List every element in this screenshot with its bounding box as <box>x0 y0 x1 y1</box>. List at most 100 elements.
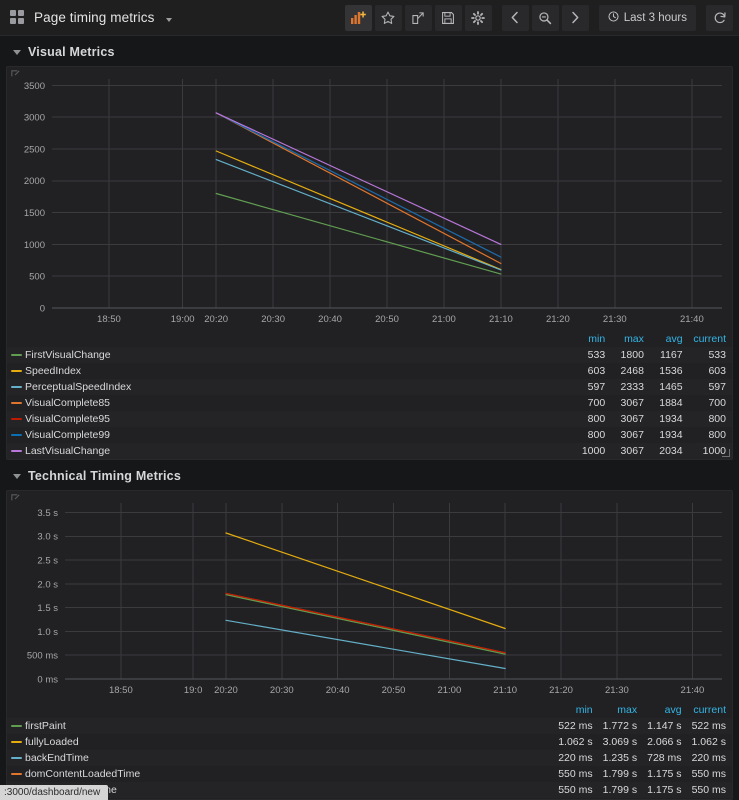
legend-color-swatch[interactable] <box>11 402 22 404</box>
legend-color-swatch[interactable] <box>11 741 22 743</box>
svg-text:3500: 3500 <box>24 81 45 92</box>
legend-visual-metrics: min max avg current FirstVisualChange 533… <box>7 332 732 464</box>
svg-text:21:00: 21:00 <box>432 314 456 325</box>
legend-row[interactable]: firstPaint 522 ms 1.772 s 1.147 s 522 ms <box>7 718 732 734</box>
legend-row[interactable]: SpeedIndex 603 2468 1536 603 <box>7 363 732 379</box>
dashboard-menu-icon[interactable] <box>10 10 25 25</box>
legend-series-name[interactable]: VisualComplete85 <box>7 395 573 411</box>
legend-row[interactable]: FirstVisualChange 533 1800 1167 533 <box>7 347 732 363</box>
legend-series-name[interactable]: domContentLoadedTime <box>7 766 554 782</box>
legend-row[interactable]: domInteractiveTime550 ms1.799 s1.175 s55… <box>7 782 732 798</box>
legend-value-max: 3067 <box>620 413 644 425</box>
legend-color-swatch[interactable] <box>11 386 22 388</box>
svg-text:3000: 3000 <box>24 113 45 124</box>
legend-series-name[interactable]: VisualComplete99 <box>7 427 573 443</box>
legend-table: min max avg current FirstVisualChange 533… <box>7 332 732 459</box>
navbar-actions: Last 3 hours <box>342 4 733 31</box>
legend-series-name[interactable]: LastVisualChange <box>7 443 573 459</box>
legend-series-name[interactable]: PerceptualSpeedIndex <box>7 379 573 395</box>
legend-value-max: 3067 <box>620 445 644 457</box>
star-dashboard-button[interactable] <box>374 4 402 31</box>
clock-icon <box>608 10 619 25</box>
time-range-forward-button[interactable] <box>561 4 589 31</box>
legend-header-row: min max avg current <box>7 703 732 718</box>
zoom-out-button[interactable] <box>531 4 559 31</box>
legend-row[interactable]: VisualComplete85 700 3067 1884 700 <box>7 395 732 411</box>
legend-value-max: 3067 <box>620 397 644 409</box>
legend-header-current[interactable]: current <box>689 332 732 347</box>
svg-text:20:30: 20:30 <box>261 314 285 325</box>
refresh-button[interactable] <box>706 4 733 31</box>
dashboard-settings-button[interactable] <box>464 4 492 31</box>
browser-status-bar: :3000/dashboard/new <box>0 785 109 800</box>
legend-value-avg: 1536 <box>659 365 683 377</box>
graph-visual-metrics[interactable]: 0 500 1000 1500 2000 2500 3000 3500 18:50 19:00 20… <box>7 67 732 332</box>
legend-color-swatch[interactable] <box>11 757 22 759</box>
legend-value-min: 1.062 s <box>558 736 593 748</box>
legend-header-min[interactable]: min <box>573 332 612 347</box>
legend-value-max: 1.235 s <box>602 752 638 764</box>
legend-header-name <box>7 703 554 718</box>
legend-row[interactable]: VisualComplete95 800 3067 1934 800 <box>7 411 732 427</box>
legend-series-name[interactable]: firstPaint <box>7 718 554 734</box>
legend-body: FirstVisualChange 533 1800 1167 533 SpeedInde… <box>7 347 732 459</box>
row-header-technical-timing-metrics[interactable]: Technical Timing Metrics <box>0 460 739 490</box>
legend-color-swatch[interactable] <box>11 434 22 436</box>
legend-row[interactable]: fullyLoaded 1.062 s 3.069 s 2.066 s 1.062 s <box>7 734 732 750</box>
svg-text:21:40: 21:40 <box>680 314 704 325</box>
legend-series-name[interactable]: backEndTime <box>7 750 554 766</box>
graph-technical-timing-metrics[interactable]: 0 ms 500 ms 1.0 s 1.5 s 2.0 s 2.5 s 3.0 s 3.5 s… <box>7 491 732 703</box>
legend-value-avg: 1167 <box>660 349 683 361</box>
legend-table: min max avg current firstPaint 522 ms 1.77… <box>7 703 732 798</box>
time-range-back-button[interactable] <box>501 4 529 31</box>
panel-resize-handle[interactable] <box>722 449 730 457</box>
legend-header-avg[interactable]: avg <box>643 703 687 718</box>
legend-series-name[interactable]: VisualComplete95 <box>7 411 573 427</box>
svg-text:19:0: 19:0 <box>184 685 203 696</box>
legend-color-swatch[interactable] <box>11 450 22 452</box>
svg-text:0: 0 <box>40 303 45 314</box>
legend-header-max[interactable]: max <box>599 703 643 718</box>
time-range-picker[interactable]: Last 3 hours <box>598 4 696 31</box>
dashboard-title[interactable]: Page timing metrics <box>34 10 154 25</box>
svg-text:19:00: 19:00 <box>171 314 195 325</box>
legend-header-max[interactable]: max <box>611 332 650 347</box>
add-panel-button[interactable] <box>344 4 372 31</box>
legend-series-name[interactable]: SpeedIndex <box>7 363 573 379</box>
legend-color-swatch[interactable] <box>11 418 22 420</box>
svg-text:21:00: 21:00 <box>437 685 461 696</box>
svg-text:21:30: 21:30 <box>605 685 629 696</box>
legend-value-avg: 1.175 s <box>647 784 682 796</box>
legend-series-name[interactable]: fullyLoaded <box>7 734 554 750</box>
legend-row[interactable]: VisualComplete99 800 3067 1934 800 <box>7 427 732 443</box>
svg-text:2.0 s: 2.0 s <box>37 579 58 590</box>
legend-value-avg: 1884 <box>659 397 683 409</box>
legend-color-swatch[interactable] <box>11 354 22 356</box>
legend-value-min: 550 ms <box>558 768 593 780</box>
legend-value-current: 800 <box>708 429 726 441</box>
legend-technical-timing-metrics: min max avg current firstPaint 522 ms 1.77… <box>7 703 732 800</box>
legend-header-current[interactable]: current <box>688 703 732 718</box>
svg-text:20:20: 20:20 <box>204 314 228 325</box>
legend-color-swatch[interactable] <box>11 773 22 775</box>
svg-text:20:30: 20:30 <box>270 685 294 696</box>
legend-color-swatch[interactable] <box>11 725 22 727</box>
legend-color-swatch[interactable] <box>11 370 22 372</box>
svg-text:20:40: 20:40 <box>318 314 342 325</box>
legend-value-min: 603 <box>587 365 606 377</box>
legend-value-min: 220 ms <box>558 752 593 764</box>
legend-row[interactable]: PerceptualSpeedIndex 597 2333 1465 597 <box>7 379 732 395</box>
save-dashboard-button[interactable] <box>434 4 462 31</box>
legend-row[interactable]: domContentLoadedTime 550 ms 1.799 s 1.175 s… <box>7 766 732 782</box>
legend-series-name[interactable]: FirstVisualChange <box>7 347 573 363</box>
legend-header-min[interactable]: min <box>554 703 598 718</box>
chevron-down-icon[interactable] <box>166 17 173 22</box>
legend-row[interactable]: backEndTime 220 ms 1.235 s 728 ms 220 ms <box>7 750 732 766</box>
share-dashboard-button[interactable] <box>404 4 432 31</box>
legend-header-avg[interactable]: avg <box>650 332 689 347</box>
legend-value-current: 597 <box>708 381 726 393</box>
legend-row[interactable]: LastVisualChange 1000 3067 2034 1000 <box>7 443 732 459</box>
legend-value-min: 533 <box>587 349 606 361</box>
svg-text:1.0 s: 1.0 s <box>37 627 58 638</box>
row-header-visual-metrics[interactable]: Visual Metrics <box>0 36 739 66</box>
